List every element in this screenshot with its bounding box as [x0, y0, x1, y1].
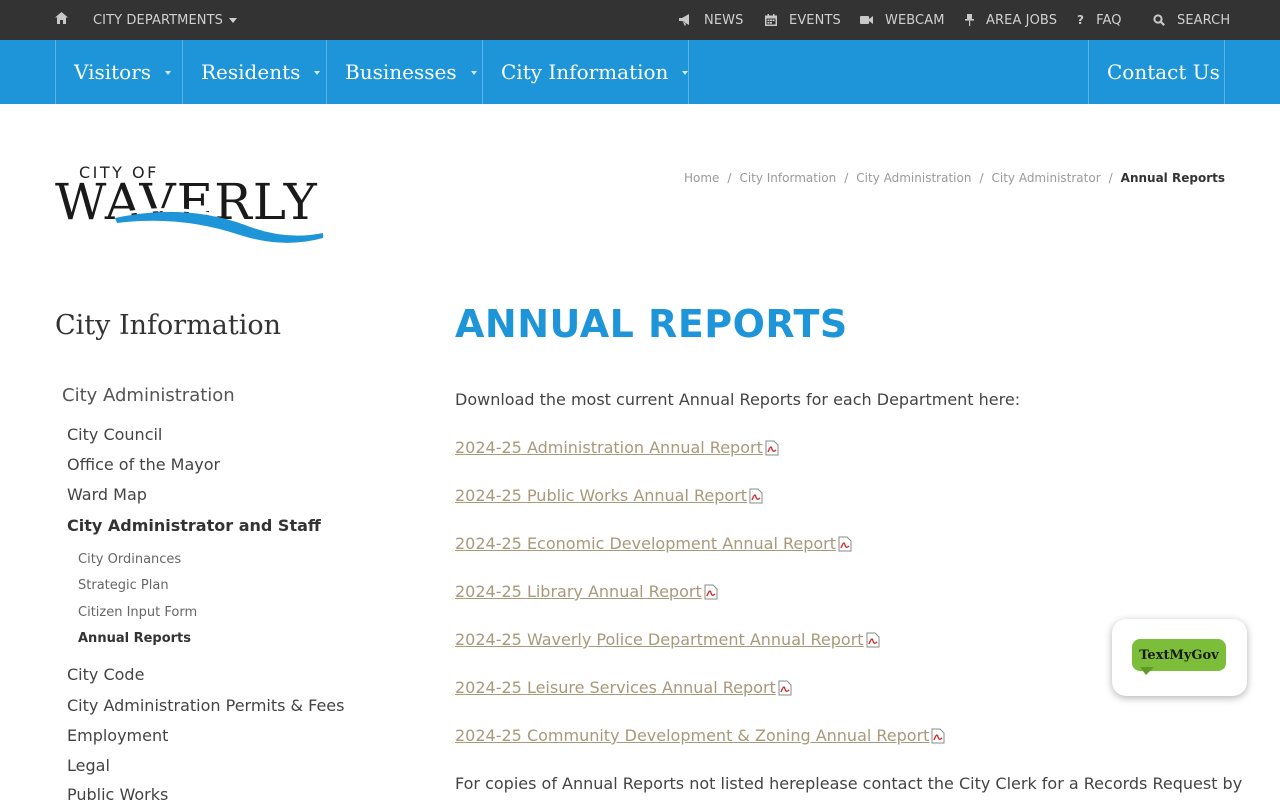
- topbar-link-label: SEARCH: [1177, 12, 1231, 28]
- topbar-link-webcam[interactable]: WEBCAM: [860, 0, 945, 40]
- question-icon: ?: [1077, 13, 1085, 27]
- pushpin-icon: [965, 14, 974, 26]
- nav-label: Residents: [201, 60, 301, 84]
- nav-businesses[interactable]: Businesses: [326, 40, 483, 104]
- home-button[interactable]: [55, 0, 68, 40]
- topbar-link-news[interactable]: NEWS: [679, 0, 743, 40]
- sidebar-item-legal[interactable]: Legal: [67, 756, 110, 775]
- sidebar-item-city-council[interactable]: City Council: [67, 425, 162, 444]
- city-departments-label: CITY DEPARTMENTS: [93, 12, 224, 28]
- report-link-row: 2024-25 Library Annual Report: [455, 582, 718, 601]
- sidebar-item-ward-map[interactable]: Ward Map: [67, 485, 147, 504]
- pdf-icon: [866, 632, 880, 648]
- pdf-icon: [931, 728, 945, 744]
- report-link-row: 2024-25 Administration Annual Report: [455, 438, 779, 457]
- sidebar-item-city-administration[interactable]: City Administration: [62, 385, 235, 406]
- breadcrumb-link[interactable]: City Information: [739, 171, 836, 185]
- chat-bubble-tail-icon: [1140, 667, 1154, 675]
- records-request-text: For copies of Annual Reports not listed …: [455, 774, 1243, 793]
- search-icon: [1153, 14, 1165, 26]
- sidebar-item-city-administrator-and-staff[interactable]: City Administrator and Staff: [67, 516, 321, 535]
- logo-wave-icon: [115, 207, 323, 243]
- sidebar-item-public-works[interactable]: Public Works: [67, 785, 168, 800]
- breadcrumb-link[interactable]: City Administration: [856, 171, 971, 185]
- topbar-link-label: EVENTS: [789, 12, 841, 28]
- nav-divider: [688, 40, 689, 104]
- topbar-link-events[interactable]: EVENTS: [765, 0, 841, 40]
- report-link-leisure-services[interactable]: 2024-25 Leisure Services Annual Report: [455, 678, 776, 697]
- pdf-icon: [765, 440, 779, 456]
- sidebar-item-permits-fees[interactable]: City Administration Permits & Fees: [67, 696, 344, 715]
- report-link-row: 2024-25 Economic Development Annual Repo…: [455, 534, 852, 553]
- main-navigation: Visitors Residents Businesses City Infor…: [0, 40, 1280, 104]
- video-camera-icon: [860, 15, 873, 25]
- topbar-link-area-jobs[interactable]: AREA JOBS: [965, 0, 1057, 40]
- megaphone-icon: [679, 14, 692, 26]
- sidebar-item-employment[interactable]: Employment: [67, 726, 168, 745]
- nav-city-information[interactable]: City Information: [482, 40, 689, 104]
- report-link-police-department[interactable]: 2024-25 Waverly Police Department Annual…: [455, 630, 864, 649]
- page-title: ANNUAL REPORTS: [455, 302, 848, 346]
- nav-label: Contact Us: [1107, 60, 1220, 84]
- pdf-icon: [704, 584, 718, 600]
- report-link-row: 2024-25 Community Development & Zoning A…: [455, 726, 945, 745]
- nav-residents[interactable]: Residents: [182, 40, 327, 104]
- report-link-row: 2024-25 Waverly Police Department Annual…: [455, 630, 880, 649]
- pdf-icon: [838, 536, 852, 552]
- topbar-link-search[interactable]: SEARCH: [1153, 0, 1230, 40]
- nav-visitors[interactable]: Visitors: [55, 40, 183, 104]
- nav-label: Visitors: [74, 60, 152, 84]
- nav-contact-us[interactable]: Contact Us: [1088, 40, 1225, 104]
- sidebar-subitem-strategic-plan[interactable]: Strategic Plan: [78, 578, 169, 593]
- topbar-link-label: AREA JOBS: [986, 12, 1058, 28]
- nav-label: City Information: [501, 60, 669, 84]
- report-link-community-development[interactable]: 2024-25 Community Development & Zoning A…: [455, 726, 929, 745]
- caret-down-icon: [165, 71, 172, 75]
- intro-text: Download the most current Annual Reports…: [455, 390, 1021, 409]
- nav-label: Businesses: [345, 60, 457, 84]
- report-link-row: 2024-25 Public Works Annual Report: [455, 486, 763, 505]
- caret-down-icon: [229, 17, 238, 23]
- topbar-link-label: FAQ: [1096, 12, 1122, 28]
- caret-down-icon: [314, 71, 321, 75]
- calendar-icon: [765, 14, 777, 26]
- city-departments-dropdown[interactable]: CITY DEPARTMENTS: [93, 0, 238, 40]
- home-icon: [55, 12, 68, 28]
- sidebar-subitem-city-ordinances[interactable]: City Ordinances: [78, 552, 181, 567]
- report-link-administration[interactable]: 2024-25 Administration Annual Report: [455, 438, 763, 457]
- pdf-icon: [778, 680, 792, 696]
- sidebar-item-city-code[interactable]: City Code: [67, 665, 144, 684]
- sidebar-item-office-of-the-mayor[interactable]: Office of the Mayor: [67, 455, 220, 474]
- breadcrumb-link[interactable]: Home: [684, 171, 719, 185]
- textmygov-widget[interactable]: TextMyGov: [1112, 619, 1247, 696]
- report-link-public-works[interactable]: 2024-25 Public Works Annual Report: [455, 486, 747, 505]
- report-link-library[interactable]: 2024-25 Library Annual Report: [455, 582, 702, 601]
- sidebar-subitem-citizen-input-form[interactable]: Citizen Input Form: [78, 605, 197, 620]
- sidebar-subitem-annual-reports[interactable]: Annual Reports: [78, 631, 191, 646]
- nav-divider: [1224, 40, 1225, 104]
- topbar-link-faq[interactable]: ? FAQ: [1077, 0, 1122, 40]
- city-logo[interactable]: CITY OF WAVERLY: [55, 163, 325, 253]
- report-link-row: 2024-25 Leisure Services Annual Report: [455, 678, 792, 697]
- report-link-economic-development[interactable]: 2024-25 Economic Development Annual Repo…: [455, 534, 836, 553]
- breadcrumb: Home / City Information / City Administrat…: [683, 171, 1225, 185]
- pdf-icon: [749, 488, 763, 504]
- topbar-link-label: NEWS: [704, 12, 744, 28]
- sidebar-title: City Information: [55, 310, 282, 341]
- breadcrumb-current: Annual Reports: [1120, 171, 1225, 185]
- topbar-link-label: WEBCAM: [885, 12, 945, 28]
- caret-down-icon: [470, 71, 477, 75]
- breadcrumb-link[interactable]: City Administrator: [991, 171, 1100, 185]
- utility-bar: CITY DEPARTMENTS NEWS EVENTS WEBCAM AREA…: [0, 0, 1280, 40]
